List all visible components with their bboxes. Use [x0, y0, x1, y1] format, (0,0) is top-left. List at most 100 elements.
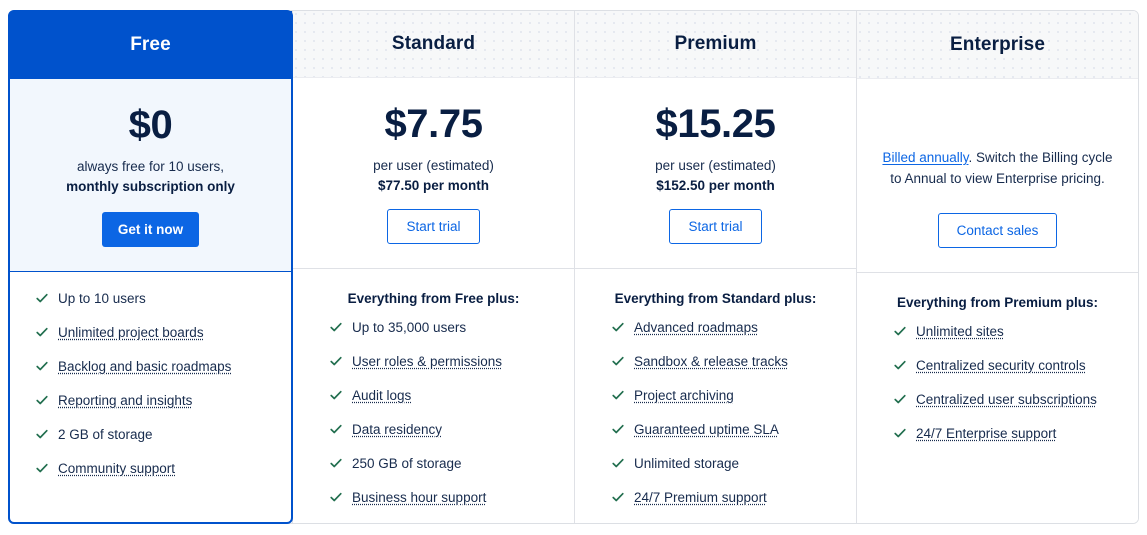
check-icon [329, 320, 343, 334]
feature-link[interactable]: Backlog and basic roadmaps [58, 358, 231, 375]
get-it-now-button[interactable]: Get it now [101, 211, 200, 247]
check-icon [35, 427, 49, 441]
price-subtext-free-line1: always free for 10 users, [76, 159, 225, 174]
feature-link[interactable]: Business hour support [352, 489, 486, 506]
feature-item: Business hour support [329, 489, 574, 506]
feature-item: 2 GB of storage [35, 426, 292, 443]
feature-link[interactable]: Audit logs [352, 387, 411, 404]
feature-link[interactable]: Centralized security controls [916, 357, 1086, 374]
start-trial-button-standard[interactable]: Start trial [387, 208, 480, 244]
price-subtext-premium-line2: $152.50 per month [656, 177, 775, 193]
features-free: Up to 10 users Unlimited project boards … [9, 272, 292, 523]
price-subtext-standard-line2: $77.50 per month [377, 177, 490, 193]
check-icon [611, 490, 625, 504]
check-icon [329, 490, 343, 504]
feature-item: Centralized user subscriptions [893, 391, 1138, 408]
price-subtext-premium-line1: per user (estimated) [655, 157, 776, 173]
feature-link[interactable]: Unlimited project boards [58, 324, 204, 341]
feature-item: Up to 35,000 users [329, 319, 574, 336]
feature-link[interactable]: Community support [58, 460, 175, 477]
plan-title-standard: Standard [391, 32, 476, 54]
feature-link[interactable]: User roles & permissions [352, 353, 502, 370]
check-icon [329, 354, 343, 368]
check-icon [329, 456, 343, 470]
feature-label: Up to 10 users [58, 291, 146, 306]
plan-title-enterprise: Enterprise [950, 33, 1045, 55]
price-block-standard: $7.75 per user (estimated) $77.50 per mo… [293, 77, 574, 268]
check-icon [611, 456, 625, 470]
billed-annually-link[interactable]: Billed annually [882, 150, 968, 165]
feature-item: Up to 10 users [35, 290, 292, 307]
features-enterprise: Everything from Premium plus: Unlimited … [857, 272, 1138, 523]
cta-row-free: Get it now [9, 211, 292, 247]
price-amount-free: $0 [128, 103, 173, 147]
feature-link[interactable]: Reporting and insights [58, 392, 192, 409]
start-trial-button-premium[interactable]: Start trial [669, 208, 762, 244]
check-icon [611, 422, 625, 436]
feature-item: User roles & permissions [329, 353, 574, 370]
pricing-column-premium: Premium $15.25 per user (estimated) $152… [574, 11, 856, 523]
feature-item: 24/7 Enterprise support [893, 425, 1138, 442]
pricing-table: Free $0 always free for 10 users, monthl… [8, 10, 1139, 524]
feature-link[interactable]: Sandbox & release tracks [634, 353, 788, 370]
pricing-column-enterprise: Enterprise Billed annually. Switch the B… [856, 11, 1138, 523]
plan-header-free: Free [9, 11, 292, 79]
price-subtext-standard-line1: per user (estimated) [373, 157, 494, 173]
pricing-table-container: Free $0 always free for 10 users, monthl… [0, 0, 1147, 535]
feature-link[interactable]: 24/7 Premium support [634, 489, 767, 506]
check-icon [329, 422, 343, 436]
check-icon [329, 388, 343, 402]
check-icon [611, 388, 625, 402]
check-icon [611, 320, 625, 334]
plan-header-premium: Premium [575, 11, 856, 78]
feature-link[interactable]: Advanced roadmaps [634, 319, 758, 336]
feature-list-standard: Up to 35,000 users User roles & permissi… [293, 319, 574, 506]
cta-row-enterprise: Contact sales [857, 212, 1138, 248]
plan-title-free: Free [130, 34, 171, 55]
features-title-standard: Everything from Free plus: [347, 291, 520, 306]
check-icon [35, 325, 49, 339]
price-block-enterprise: Billed annually. Switch the Billing cycl… [857, 79, 1138, 272]
check-icon [35, 393, 49, 407]
feature-link[interactable]: 24/7 Enterprise support [916, 425, 1056, 442]
feature-link[interactable]: Centralized user subscriptions [916, 391, 1097, 408]
check-icon [35, 359, 49, 373]
price-block-free: $0 always free for 10 users, monthly sub… [9, 79, 292, 272]
feature-label: Unlimited storage [634, 456, 740, 471]
cta-row-premium: Start trial [575, 208, 856, 244]
plan-header-enterprise: Enterprise [857, 11, 1138, 79]
price-block-premium: $15.25 per user (estimated) $152.50 per … [575, 77, 856, 268]
plan-title-premium: Premium [674, 32, 757, 54]
pricing-column-standard: Standard $7.75 per user (estimated) $77.… [292, 11, 574, 523]
price-subtext-free-line2: monthly subscription only [66, 179, 235, 194]
features-standard: Everything from Free plus: Up to 35,000 … [293, 268, 574, 523]
check-icon [893, 392, 907, 406]
feature-link[interactable]: Project archiving [634, 387, 734, 404]
features-premium: Everything from Standard plus: Advanced … [575, 268, 856, 523]
contact-sales-button[interactable]: Contact sales [937, 212, 1058, 248]
feature-link[interactable]: Data residency [352, 421, 442, 438]
price-amount-premium: $15.25 [655, 101, 776, 146]
plan-header-standard: Standard [293, 11, 574, 78]
check-icon [893, 324, 907, 338]
feature-item: Unlimited project boards [35, 324, 292, 341]
enterprise-billing-note: Billed annually. Switch the Billing cycl… [857, 147, 1138, 189]
feature-item: Backlog and basic roadmaps [35, 358, 292, 375]
check-icon [611, 354, 625, 368]
check-icon [35, 291, 49, 305]
pricing-column-free: Free $0 always free for 10 users, monthl… [9, 11, 292, 523]
feature-item: Community support [35, 460, 292, 477]
feature-link[interactable]: Unlimited sites [916, 323, 1004, 340]
feature-item: Centralized security controls [893, 357, 1138, 374]
feature-link[interactable]: Guaranteed uptime SLA [634, 421, 779, 438]
feature-list-premium: Advanced roadmaps Sandbox & release trac… [575, 319, 856, 506]
check-icon [35, 461, 49, 475]
feature-item: Audit logs [329, 387, 574, 404]
feature-item: Sandbox & release tracks [611, 353, 856, 370]
feature-label: Up to 35,000 users [352, 320, 467, 335]
feature-item: Advanced roadmaps [611, 319, 856, 336]
feature-item: Project archiving [611, 387, 856, 404]
feature-label: 250 GB of storage [352, 456, 462, 471]
feature-list-free: Up to 10 users Unlimited project boards … [9, 290, 292, 477]
feature-item: 24/7 Premium support [611, 489, 856, 506]
